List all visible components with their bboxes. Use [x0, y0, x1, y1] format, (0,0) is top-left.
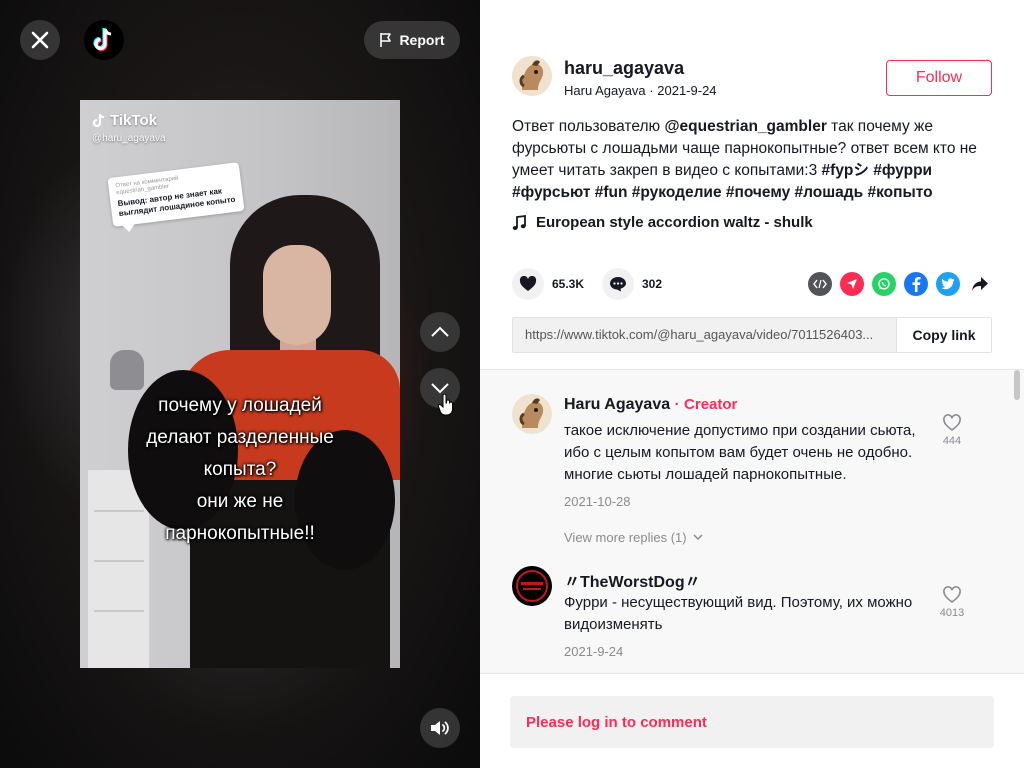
author-subline: Haru Agayava · 2021-9-24 [564, 83, 717, 98]
chevron-down-icon [693, 534, 703, 541]
comment-like[interactable]: 4013 [932, 586, 972, 619]
comment-like-count: 444 [942, 435, 962, 447]
close-button[interactable] [20, 20, 60, 60]
video-caption-overlay: почему у лошадей делают разделенные копы… [80, 390, 400, 550]
comment-count: 302 [642, 277, 663, 291]
share-buttons [808, 272, 992, 296]
follow-button[interactable]: Follow [886, 60, 992, 96]
tiktok-watermark: TikTok @haru_agayava [92, 112, 166, 144]
comment-like-count: 4013 [939, 607, 965, 619]
comment-date: 2021-9-24 [564, 644, 624, 659]
hand-pointer-icon [438, 394, 453, 416]
author-avatar[interactable] [512, 56, 552, 96]
comments-scrollbar[interactable] [1014, 370, 1020, 400]
video-link-text[interactable]: https://www.tiktok.com/@haru_agayava/vid… [513, 318, 896, 352]
engagement-row: 65.3K 302 [512, 268, 992, 302]
chevron-up-icon [431, 326, 449, 337]
previous-video-button[interactable] [420, 312, 460, 352]
caption-line: они же не [196, 491, 284, 512]
more-share-button[interactable] [968, 272, 992, 296]
avatar-red-logo-icon [512, 566, 552, 606]
author-handle[interactable]: haru_agayava [564, 58, 684, 79]
avatar-horse-icon [512, 56, 552, 96]
tiktok-logo-icon [93, 28, 112, 52]
close-icon [31, 31, 49, 49]
caption-line: парнокопытные!! [165, 523, 315, 544]
caption-line: почему у лошадей [158, 395, 322, 416]
report-button[interactable]: Report [364, 21, 460, 59]
speaker-icon [431, 721, 449, 735]
heart-outline-icon [943, 414, 961, 432]
comment-like[interactable]: 444 [932, 414, 972, 447]
commenter-name[interactable]: 〃TheWorstDog〃 [564, 568, 701, 592]
commenter-avatar[interactable] [512, 566, 552, 606]
watermark-handle: @haru_agayava [92, 133, 166, 144]
twitter-bird-icon [941, 278, 955, 290]
desc-prefix: Ответ пользователю [512, 118, 661, 135]
avatar-horse-icon [512, 394, 552, 434]
caption-line: копыта? [203, 459, 277, 480]
video-link-box: https://www.tiktok.com/@haru_agayava/vid… [512, 317, 992, 353]
commenter-name[interactable]: Haru Agayava [564, 396, 670, 413]
share-arrow-icon [972, 277, 988, 291]
facebook-icon [912, 277, 921, 292]
like-action[interactable]: 65.3K [512, 268, 584, 300]
name-separator: · [674, 396, 680, 413]
report-label: Report [399, 32, 445, 48]
comment-text: Фурри - несуществующий вид. Поэтому, их … [564, 594, 913, 633]
volume-button[interactable] [420, 708, 460, 748]
info-pane: haru_agayava Haru Agayava · 2021-9-24 Fo… [480, 0, 1024, 768]
music-title: European style accordion waltz - shulk [536, 214, 813, 231]
comment-action[interactable]: 302 [602, 268, 662, 300]
login-to-comment-button[interactable]: Please log in to comment [510, 696, 994, 748]
flag-icon [380, 33, 392, 47]
heart-icon [519, 276, 537, 291]
creator-badge: Creator [684, 396, 738, 413]
desc-mention[interactable]: @equestrian_gambler [664, 118, 826, 135]
like-count: 65.3K [552, 277, 585, 291]
comments-list[interactable]: Haru Agayava · Creator такое исключение … [480, 369, 1024, 673]
embed-code-icon [813, 279, 827, 289]
whatsapp-icon [878, 278, 890, 290]
commenter-name-line: Haru Agayava · Creator [564, 396, 737, 414]
like-button[interactable] [512, 268, 544, 300]
author-display-name: Haru Agayava [564, 83, 646, 98]
comment-button[interactable] [602, 268, 634, 300]
author-row: haru_agayava Haru Agayava · 2021-9-24 Fo… [512, 56, 992, 100]
comment-item: Haru Agayava · Creator такое исключение … [512, 394, 972, 544]
music-note-icon [512, 214, 526, 230]
tiktok-logo-button[interactable] [84, 20, 124, 60]
commenter-avatar[interactable] [512, 394, 552, 434]
whatsapp-share-button[interactable] [872, 272, 896, 296]
post-description: Ответ пользователю @equestrian_gambler т… [512, 116, 994, 204]
comment-item: 〃TheWorstDog〃 Фурри - несуществующий вид… [512, 566, 972, 666]
music-link[interactable]: European style accordion waltz - shulk [512, 214, 813, 231]
comment-text: такое исключение допустимо при создании … [564, 422, 916, 483]
video-figurine [110, 350, 144, 390]
twitter-share-button[interactable] [936, 272, 960, 296]
comment-date: 2021-10-28 [564, 494, 631, 509]
caption-line: делают разделенные [146, 427, 334, 448]
heart-outline-icon [943, 586, 961, 604]
paper-plane-icon [847, 279, 857, 289]
watermark-brand: TikTok [110, 112, 157, 129]
embed-button[interactable] [808, 272, 832, 296]
comments-divider [480, 673, 1024, 674]
chevron-down-icon [431, 383, 449, 394]
video-person-face [263, 245, 331, 345]
copy-link-button[interactable]: Copy link [896, 318, 991, 352]
post-date: 2021-9-24 [657, 83, 717, 98]
view-more-replies-button[interactable]: View more replies (1) [564, 530, 703, 545]
send-to-friends-button[interactable] [840, 272, 864, 296]
tiktok-watermark-icon [92, 113, 105, 127]
view-more-replies-label: View more replies (1) [564, 530, 687, 545]
video-player[interactable]: TikTok @haru_agayava Ответ на комментари… [80, 100, 400, 668]
video-pane: Report TikTok @haru_agayava Ответ на ком… [0, 0, 480, 768]
comment-bubble-icon [610, 277, 626, 292]
subline-separator: · [649, 83, 654, 98]
facebook-share-button[interactable] [904, 272, 928, 296]
